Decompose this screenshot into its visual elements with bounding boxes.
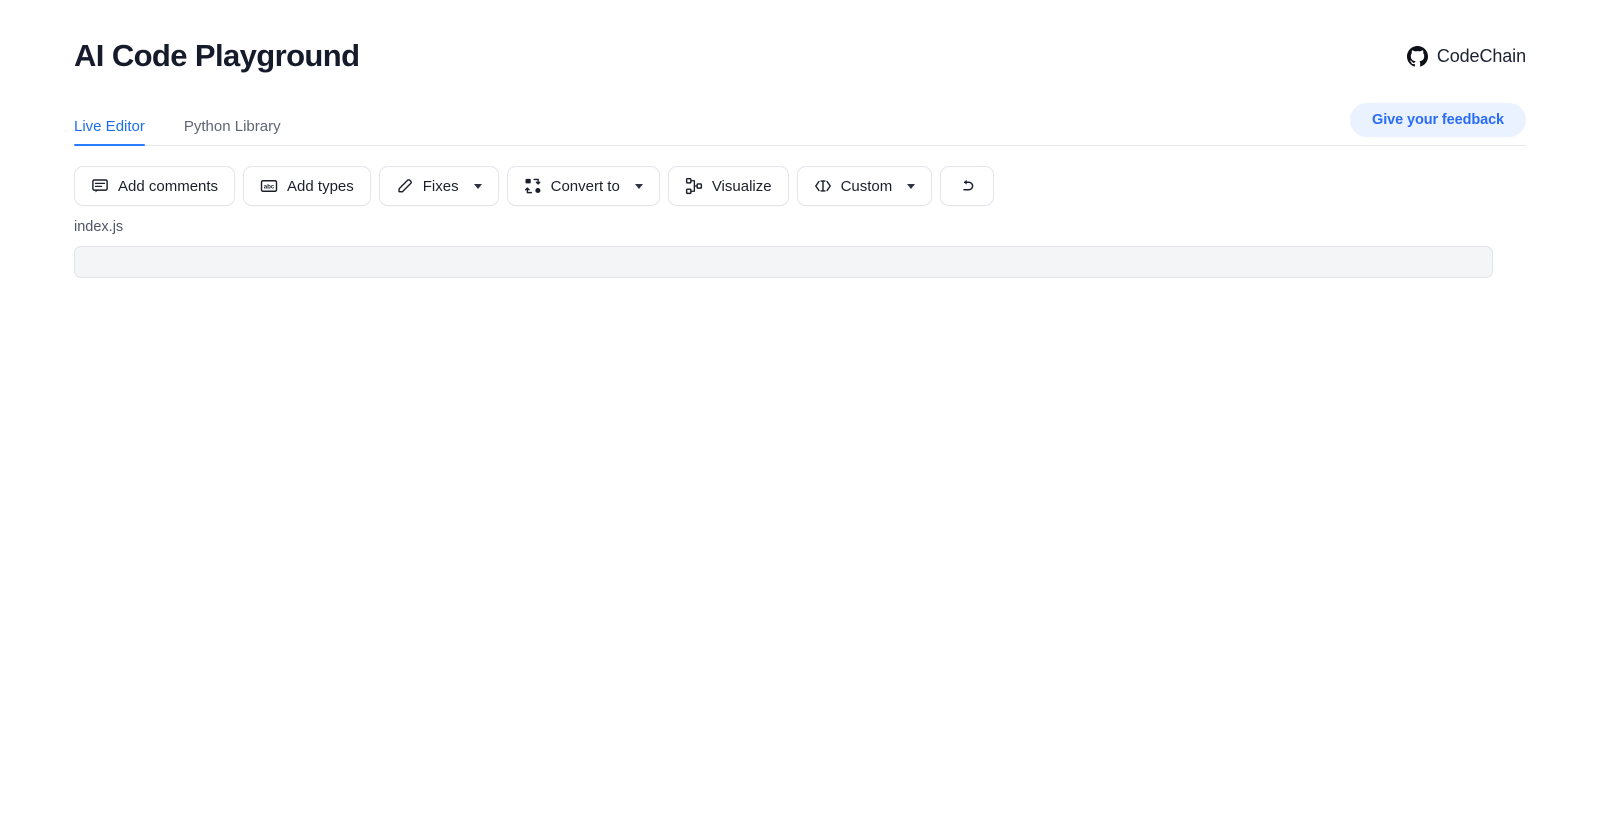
brand-name: CodeChain bbox=[1436, 45, 1526, 66]
undo-button[interactable] bbox=[940, 166, 995, 206]
code-cursor-icon bbox=[814, 177, 832, 195]
code-editor-input[interactable] bbox=[74, 245, 1493, 278]
visualize-button[interactable]: Visualize bbox=[667, 166, 789, 206]
abc-spellcheck-icon: abc bbox=[260, 177, 278, 195]
give-feedback-button[interactable]: Give your feedback bbox=[1350, 102, 1526, 137]
tab-python-library[interactable]: Python Library bbox=[167, 119, 298, 146]
add-types-label: Add types bbox=[287, 177, 354, 195]
comment-icon bbox=[91, 177, 109, 195]
custom-label: Custom bbox=[840, 177, 893, 195]
tab-list: Live Editor Python Library bbox=[74, 119, 298, 146]
pencil-edit-icon bbox=[396, 177, 414, 195]
github-brand-link[interactable]: CodeChain bbox=[1406, 45, 1526, 67]
chevron-down-icon bbox=[907, 183, 916, 189]
app-header: AI Code Playground CodeChain bbox=[74, 30, 1526, 82]
add-types-button[interactable]: abc Add types bbox=[243, 166, 371, 206]
editor-file-name: index.js bbox=[74, 219, 124, 235]
convert-to-label: Convert to bbox=[550, 177, 620, 195]
add-comments-label: Add comments bbox=[118, 177, 219, 195]
chevron-down-icon bbox=[634, 183, 643, 189]
chevron-down-icon bbox=[473, 183, 482, 189]
tabs-bar: Live Editor Python Library Give your fee… bbox=[74, 100, 1526, 146]
convert-to-button[interactable]: Convert to bbox=[506, 166, 660, 206]
fixes-label: Fixes bbox=[422, 177, 459, 195]
add-comments-button[interactable]: Add comments bbox=[74, 166, 236, 206]
visualize-label: Visualize bbox=[711, 177, 772, 195]
editor-panel: index.js bbox=[74, 220, 1493, 283]
page-title: AI Code Playground bbox=[74, 37, 360, 73]
fixes-button[interactable]: Fixes bbox=[378, 166, 499, 206]
schema-graph-icon bbox=[685, 177, 703, 195]
github-icon bbox=[1406, 45, 1428, 67]
transform-swap-icon bbox=[524, 177, 542, 195]
undo-arrow-icon bbox=[958, 177, 976, 195]
custom-button[interactable]: Custom bbox=[796, 166, 933, 206]
tab-live-editor[interactable]: Live Editor bbox=[74, 119, 167, 146]
svg-text:abc: abc bbox=[264, 184, 275, 191]
app-root: AI Code Playground CodeChain Live Editor… bbox=[0, 0, 1600, 834]
action-toolbar: Add comments abc Add types Fixes Convert… bbox=[74, 166, 995, 206]
